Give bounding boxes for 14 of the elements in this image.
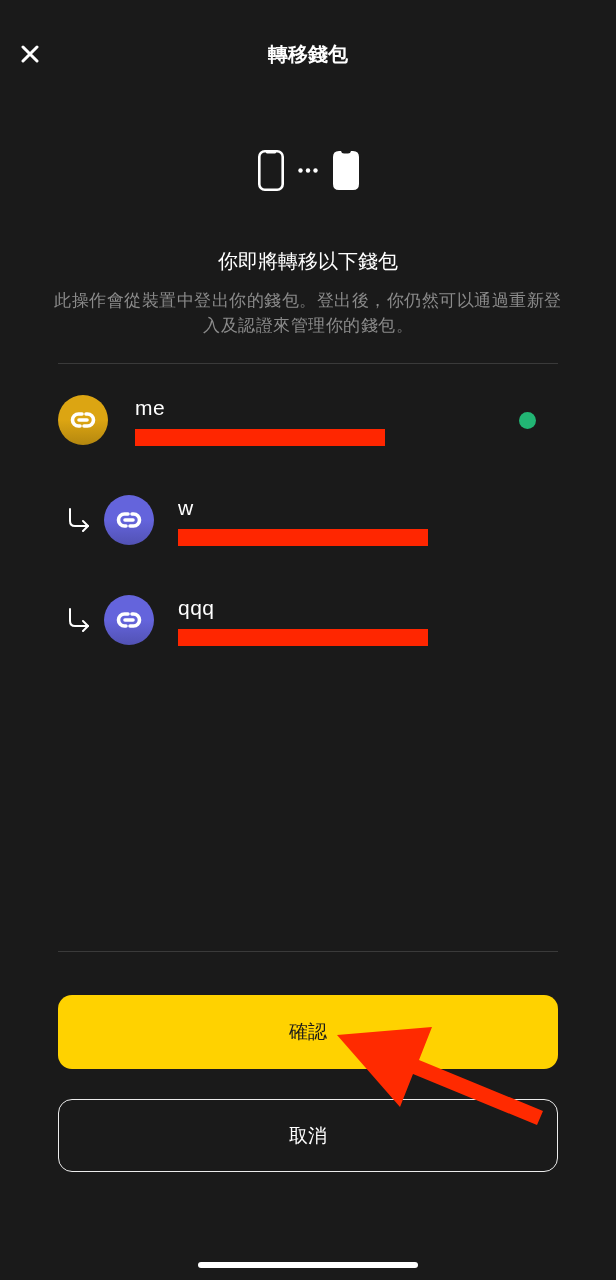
- corner-arrow-icon: [68, 508, 90, 532]
- dots-icon: [297, 168, 318, 173]
- confirm-button[interactable]: 確認: [58, 995, 558, 1069]
- phone-outline-icon: [257, 150, 284, 191]
- heading-text: 你即將轉移以下錢包: [217, 249, 399, 274]
- close-icon: [21, 45, 39, 63]
- wallet-name: me: [135, 396, 167, 420]
- wallet-name: w: [178, 496, 195, 520]
- description-text: 此操作會從裝置中登出你的錢包。登出後，你仍然可以通過重新登入及認證來管理你的錢包。: [53, 290, 563, 337]
- screen-title: 轉移錢包: [267, 42, 349, 67]
- wallet-name: qqq: [178, 596, 216, 620]
- close-button[interactable]: [21, 45, 39, 63]
- corner-arrow-icon: [68, 608, 90, 632]
- phone-icon: [332, 151, 359, 190]
